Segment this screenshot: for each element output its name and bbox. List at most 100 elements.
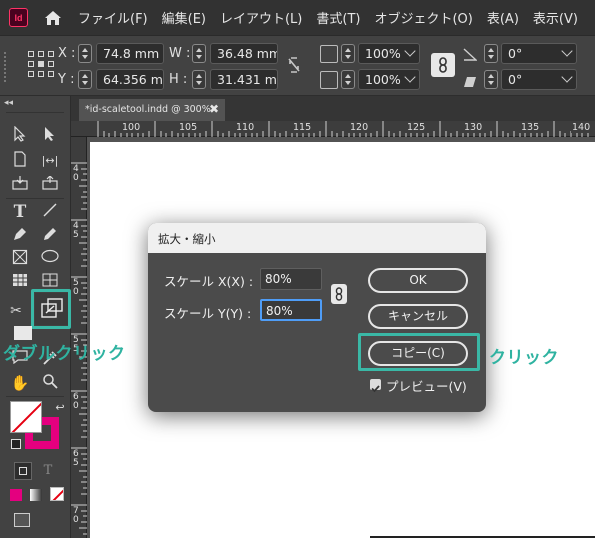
menu-layout[interactable]: レイアウト(L): [220, 8, 302, 27]
close-icon[interactable]: ✖: [209, 102, 219, 116]
rectangle-frame-tool-icon[interactable]: [10, 249, 30, 269]
document-tab-strip: *id-scaletool.indd @ 300% ✖: [71, 96, 595, 121]
scale-x-icon: [320, 45, 338, 63]
menu-items: ファイル(F) 編集(E) レイアウト(L) 書式(T) オブジェクト(O) 表…: [78, 8, 592, 27]
shear-stepper[interactable]: [484, 70, 498, 89]
home-icon[interactable]: [42, 8, 64, 28]
control-panel: X : 74.8 mm Y : 64.356 mm W : 36.48 mm H…: [0, 36, 595, 96]
screen-mode-icon[interactable]: [14, 513, 30, 527]
vertical-ruler[interactable]: 4 0 4 5 5 0 5 5 6 0 6 5 7 0: [71, 137, 87, 538]
gap-tool-icon[interactable]: |↔|: [40, 151, 60, 171]
w-label: W :: [169, 46, 191, 61]
ruler-label: 110: [235, 122, 256, 133]
menu-type[interactable]: 書式(T): [316, 8, 360, 27]
ruler-label: 6 0: [73, 393, 81, 411]
page-tool-icon[interactable]: [10, 151, 30, 171]
w-field[interactable]: 36.48 mm: [210, 43, 278, 64]
ruler-label: 120: [349, 122, 370, 133]
ok-button[interactable]: OK: [368, 268, 468, 293]
hand-tool-icon[interactable]: ✋: [10, 373, 30, 393]
scale-dialog: 拡大・縮小 スケール X(X) : 80% スケール Y(Y) : 80% OK…: [148, 223, 486, 412]
h-stepper[interactable]: [192, 70, 206, 89]
annotation-double-click: ダブルクリック: [3, 344, 126, 364]
collapse-icon[interactable]: ◂◂: [4, 98, 13, 108]
scale-y-icon: [320, 71, 338, 89]
scale-y-stepper[interactable]: [341, 70, 355, 89]
ruler-label: 6 5: [73, 450, 81, 468]
annotation-click: クリック: [489, 348, 559, 368]
y-field[interactable]: 64.356 mm: [96, 69, 164, 90]
pen-tool-icon[interactable]: [10, 226, 30, 246]
ruler-label: 125: [406, 122, 427, 133]
scale-x-label: スケール X(X) :: [164, 274, 254, 289]
menu-object[interactable]: オブジェクト(O): [374, 8, 472, 27]
divider: [6, 396, 64, 397]
zoom-tool-icon[interactable]: [40, 373, 60, 393]
preview-checkbox[interactable]: [370, 379, 381, 393]
selection-tool-icon[interactable]: [10, 125, 30, 146]
ruler-label: 7 0: [73, 507, 81, 525]
formatting-container-icon[interactable]: [14, 462, 32, 480]
rotate-stepper[interactable]: [484, 44, 498, 63]
dialog-title: 拡大・縮小: [148, 223, 486, 253]
ruler-label: 5 0: [73, 279, 81, 297]
apply-none-icon[interactable]: [50, 487, 64, 501]
link-icon[interactable]: [331, 284, 347, 304]
document-tab-title: *id-scaletool.indd @ 300%: [85, 104, 211, 115]
highlight-copy-button: [358, 333, 480, 371]
shear-angle-icon: [463, 73, 477, 92]
scale-x-input[interactable]: 80%: [260, 268, 322, 290]
fill-swatch[interactable]: [10, 401, 42, 433]
panel-grip[interactable]: [4, 52, 7, 82]
ruler-label: 100: [121, 122, 142, 133]
content-placer-icon[interactable]: [40, 175, 60, 196]
apply-color-icon[interactable]: [10, 489, 22, 501]
line-tool-icon[interactable]: [40, 202, 60, 222]
formatting-text-icon[interactable]: T: [38, 461, 58, 481]
divider: [6, 198, 64, 199]
divider: [6, 112, 64, 113]
menu-view[interactable]: 表示(V): [533, 8, 578, 27]
ruler-ticks: [97, 121, 589, 137]
y-label: Y :: [58, 72, 75, 87]
horizontal-ruler[interactable]: 100 105 110 115 120 125 130 135 140: [71, 121, 595, 137]
apply-gradient-icon[interactable]: [30, 489, 42, 501]
gradient-swatch-tool-icon[interactable]: [14, 326, 32, 340]
x-stepper[interactable]: [78, 44, 92, 63]
ruler-label: 4 0: [73, 165, 81, 183]
reference-point-icon[interactable]: [28, 51, 54, 77]
content-collector-icon[interactable]: [10, 176, 30, 196]
scissors-tool-icon[interactable]: ✂: [6, 301, 26, 321]
menu-bar: Id ファイル(F) 編集(E) レイアウト(L) 書式(T) オブジェクト(O…: [0, 0, 595, 36]
x-label: X :: [58, 46, 76, 61]
menu-table[interactable]: 表(A): [487, 8, 519, 27]
rotate-angle-icon: [463, 46, 478, 65]
x-field[interactable]: 74.8 mm: [96, 43, 164, 64]
unlink-proportions-icon[interactable]: [287, 56, 301, 78]
default-fill-stroke-icon[interactable]: [11, 439, 21, 449]
ruler-label: 105: [178, 122, 199, 133]
scale-tool-icon[interactable]: [40, 297, 64, 323]
indesign-window: Id ファイル(F) 編集(E) レイアウト(L) 書式(T) オブジェクト(O…: [0, 0, 595, 538]
y-stepper[interactable]: [78, 70, 92, 89]
ruler-label: 130: [463, 122, 484, 133]
h-field[interactable]: 31.431 mm: [210, 69, 278, 90]
table-tool-icon[interactable]: [10, 273, 30, 293]
cancel-button[interactable]: キャンセル: [368, 304, 468, 329]
document-tab[interactable]: *id-scaletool.indd @ 300% ✖: [79, 99, 225, 121]
menu-edit[interactable]: 編集(E): [162, 8, 206, 27]
direct-selection-tool-icon[interactable]: [40, 126, 60, 146]
w-stepper[interactable]: [192, 44, 206, 63]
ruler-label: 140: [571, 122, 592, 133]
menu-file[interactable]: ファイル(F): [78, 8, 148, 27]
ruler-label: 115: [292, 122, 313, 133]
type-tool-icon[interactable]: T: [10, 202, 30, 222]
scale-y-label: スケール Y(Y) :: [164, 306, 252, 321]
scale-y-input[interactable]: 80%: [260, 299, 322, 321]
link-scale-icon[interactable]: [431, 53, 455, 77]
ruler-label: 4 5: [73, 222, 81, 240]
swap-fill-stroke-icon[interactable]: ↩: [50, 398, 70, 418]
scale-x-stepper[interactable]: [341, 44, 355, 63]
pencil-tool-icon[interactable]: [40, 226, 60, 246]
ellipse-tool-icon[interactable]: [40, 249, 60, 269]
